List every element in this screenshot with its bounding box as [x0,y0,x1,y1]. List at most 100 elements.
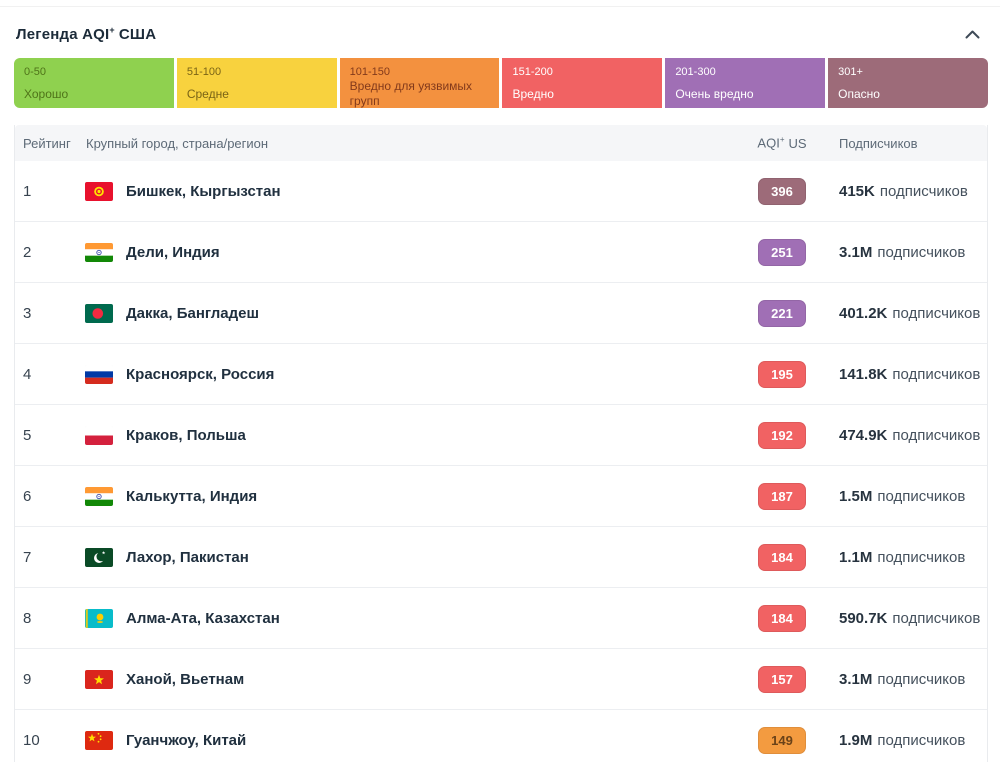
followers-label: подписчиков [880,183,968,200]
followers-label: подписчиков [892,366,980,383]
legend-segment-label: Хорошо [24,87,164,101]
country-flag-icon [85,487,113,506]
aqi-cell: 149 [737,727,827,754]
followers-cell: 3.1M подписчиков [827,244,987,261]
table-row[interactable]: 10 Гуанчжоу, Китай 149 1.9Mподписчиков [15,710,987,762]
city-cell: Алма-Ата, Казахстан [85,609,737,628]
country-flag-icon [85,609,113,628]
aqi-cell: 251 [737,239,827,266]
followers-label: подписчиков [877,244,965,261]
table-row[interactable]: 1 Бишкек, Кыргызстан 396 415Kподписчиков [15,161,987,222]
followers-cell: 415Kподписчиков [827,183,987,200]
city-name: Алма-Ата, Казахстан [126,610,280,627]
country-flag-icon [85,426,113,445]
rank-value: 5 [23,427,31,444]
city-cell: Гуанчжоу, Китай [85,731,737,750]
table-row[interactable]: 7 Лахор, Пакистан 184 1.1M подписчиков [15,527,987,588]
aqi-ranking-panel: Легенда AQI+США 0-50 Хорошо 51-100 Средн… [0,7,1000,762]
city-name: Дели, Индия [126,244,220,261]
aqi-cell: 195 [737,361,827,388]
city-cell: Красноярск, Россия [85,365,737,384]
city-cell: Лахор, Пакистан [85,548,737,567]
followers-cell: 1.9Mподписчиков [827,732,987,749]
aqi-cell: 192 [737,422,827,449]
followers-count: 3.1M [839,671,872,688]
followers-cell: 1.5Mподписчиков [827,488,987,505]
city-name: Краков, Польша [126,427,246,444]
country-flag-icon [85,548,113,567]
followers-cell: 141.8K подписчиков [827,366,987,383]
aqi-badge: 184 [758,605,806,632]
legend-segment-range: 0-50 [24,66,164,79]
rank-cell: 8 [15,610,85,627]
table-row[interactable]: 2 Дели, Индия 251 3.1Mподписчиков [15,222,987,283]
followers-cell: 401.2Kподписчиков [827,305,987,322]
legend-segment-label: Вредно [512,87,652,101]
followers-count: 141.8K [839,366,887,383]
city-name: Красноярск, Россия [126,366,274,383]
table-row[interactable]: 6 Калькутта, Индия 187 1.5Mподписчиков [15,466,987,527]
chevron-up-icon [965,27,980,42]
aqi-badge: 184 [758,544,806,571]
legend-segment-range: 151-200 [512,66,652,79]
country-flag-icon [85,731,113,750]
followers-count: 3.1M [839,244,872,261]
rank-value: 10 [23,732,40,749]
legend-collapse-button[interactable] [959,26,986,43]
followers-cell: 3.1M подписчиков [827,671,987,688]
followers-cell: 1.1M подписчиков [827,549,987,566]
legend-segment-label: Опасно [838,87,978,101]
legend-segment: 51-100 Средне [177,58,337,108]
city-name: Калькутта, Индия [126,488,257,505]
table-body: 1 Бишкек, Кыргызстан 396 415Kподписчиков… [15,161,987,762]
table-row[interactable]: 8 Алма-Ата, Казахстан 184 590.7K подписчи… [15,588,987,649]
header-aqi: AQI+US [737,135,827,150]
followers-count: 1.1M [839,549,872,566]
legend-segment-label: Очень вредно [675,87,815,101]
table-row[interactable]: 4 Красноярск, Россия 195 141.8K подписчик… [15,344,987,405]
table-row[interactable]: 9 Ханой, Вьетнам 157 3.1M подписчиков [15,649,987,710]
aqi-cell: 396 [737,178,827,205]
rank-cell: 4 [15,366,85,383]
country-flag-icon [85,365,113,384]
city-name: Бишкек, Кыргызстан [126,183,281,200]
rank-cell: 3 [15,305,85,322]
rank-cell: 5 [15,427,85,444]
followers-label: подписчиков [877,671,965,688]
legend-segment-label: Вредно для уязвимых групп [350,79,490,108]
rank-cell: 9 [15,671,85,688]
followers-cell: 590.7K подписчиков [827,610,987,627]
legend-segment-range: 301+ [838,66,978,79]
city-name: Гуанчжоу, Китай [126,732,246,749]
rank-value: 6 [23,488,31,505]
aqi-cell: 184 [737,544,827,571]
followers-label: подписчиков [877,549,965,566]
country-flag-icon [85,304,113,323]
aqi-badge: 157 [758,666,806,693]
followers-label: подписчиков [877,732,965,749]
aqi-badge: 221 [758,300,806,327]
aqi-badge: 149 [758,727,806,754]
legend-segment: 0-50 Хорошо [14,58,174,108]
aqi-cell: 184 [737,605,827,632]
followers-count: 590.7K [839,610,887,627]
rank-value: 3 [23,305,31,322]
aqi-cell: 187 [737,483,827,510]
followers-count: 474.9K [839,427,887,444]
followers-label: подписчиков [892,610,980,627]
city-name: Ханой, Вьетнам [126,671,244,688]
header-followers: Подписчиков [827,136,987,151]
table-row[interactable]: 3 Дакка, Бангладеш 221 401.2Kподписчиков [15,283,987,344]
legend-segment-range: 201-300 [675,66,815,79]
legend-segment: 151-200 Вредно [502,58,662,108]
table-row[interactable]: 5 Краков, Польша 192 474.9Kподписчиков [15,405,987,466]
city-cell: Дели, Индия [85,243,737,262]
followers-label: подписчиков [877,488,965,505]
rank-cell: 7 [15,549,85,566]
legend-title: Легенда AQI+США [16,25,156,43]
followers-label: подписчиков [892,305,980,322]
rank-value: 1 [23,183,31,200]
legend-segment-label: Средне [187,87,327,101]
legend-header: Легенда AQI+США [16,21,986,47]
aqi-badge: 396 [758,178,806,205]
